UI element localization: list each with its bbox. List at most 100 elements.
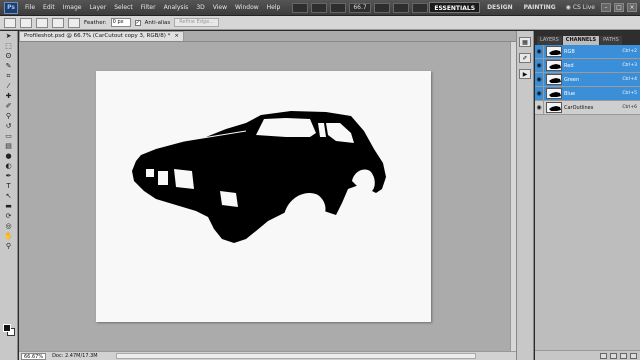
menu-edit[interactable]: Edit <box>39 0 59 16</box>
hand-tool-icon[interactable]: ✋ <box>3 232 15 241</box>
tab-paths[interactable]: PATHS <box>600 36 622 45</box>
close-icon[interactable]: × <box>627 3 637 12</box>
menu-file[interactable]: File <box>21 0 39 16</box>
clone-stamp-tool-icon[interactable]: ⚲ <box>3 112 15 121</box>
panel-footer <box>535 350 640 360</box>
eraser-tool-icon[interactable]: ▭ <box>3 132 15 141</box>
channel-name: CarOutlines <box>564 104 594 111</box>
document-tab-close-icon[interactable]: × <box>174 32 179 41</box>
visibility-eye-icon[interactable]: ◉ <box>535 72 544 87</box>
channel-shortcut: Ctrl+4 <box>622 77 637 82</box>
shape-tool-icon[interactable]: ▬ <box>3 202 15 211</box>
workspace-painting[interactable]: PAINTING <box>520 2 560 13</box>
channel-shortcut: Ctrl+5 <box>622 91 637 96</box>
tab-channels[interactable]: CHANNELS <box>562 36 600 45</box>
menu-window[interactable]: Window <box>231 0 263 16</box>
document-tab[interactable]: Profileshot.psd @ 66.7% (CarCutout copy … <box>19 31 184 41</box>
tools-panel: ➤ ⬚ ʘ ✎ ⌗ ⁄ ✚ ✐ ⚲ ↺ ▭ ▤ ● ◐ ✒ T ↖ ▬ ⟳ ◎ … <box>0 31 18 360</box>
workspace-design[interactable]: DESIGN <box>483 2 517 13</box>
status-zoom-field[interactable]: 66.67% <box>21 352 47 360</box>
delete-channel-icon[interactable] <box>630 352 637 359</box>
eyedropper-tool-icon[interactable]: ⁄ <box>3 82 15 91</box>
visibility-eye-icon[interactable]: ◉ <box>535 44 544 59</box>
horizontal-scrollbar[interactable] <box>115 353 476 359</box>
antialias-checkbox[interactable]: ✓ <box>134 19 141 26</box>
move-tool-icon[interactable]: ➤ <box>3 32 15 41</box>
menu-bar: Ps File Edit Image Layer Select Filter A… <box>0 0 640 16</box>
quick-selection-tool-icon[interactable]: ✎ <box>3 62 15 71</box>
new-selection-icon[interactable] <box>20 17 32 28</box>
visibility-eye-icon[interactable]: ◉ <box>535 100 544 115</box>
image-canvas[interactable] <box>96 71 431 322</box>
options-bar: Feather: 0 px ✓ Anti-alias Refine Edge..… <box>0 16 640 30</box>
refine-edge-button[interactable]: Refine Edge... <box>174 18 219 27</box>
visibility-eye-icon[interactable]: ◉ <box>535 86 544 101</box>
dodge-tool-icon[interactable]: ◐ <box>3 162 15 171</box>
pen-tool-icon[interactable]: ✒ <box>3 172 15 181</box>
path-selection-tool-icon[interactable]: ↖ <box>3 192 15 201</box>
mini-bridge-icon[interactable] <box>311 2 328 13</box>
rotate-view-icon[interactable] <box>392 2 409 13</box>
channel-row-caroutlines[interactable]: ◉ CarOutlines Ctrl+6 <box>535 100 640 115</box>
hand-tool-icon[interactable] <box>373 2 390 13</box>
maximize-icon[interactable]: □ <box>614 3 624 12</box>
gradient-tool-icon[interactable]: ▤ <box>3 142 15 151</box>
workspace-essentials[interactable]: ESSENTIALS <box>429 2 481 13</box>
cs-live-button[interactable]: ◉ CS Live <box>563 4 598 11</box>
brush-tool-icon[interactable]: ✐ <box>3 102 15 111</box>
history-brush-tool-icon[interactable]: ↺ <box>3 122 15 131</box>
feather-input[interactable]: 0 px <box>110 18 131 27</box>
feather-label: Feather: <box>84 19 107 26</box>
subtract-from-selection-icon[interactable] <box>52 17 64 28</box>
channel-row-green[interactable]: ◉ Green Ctrl+4 <box>535 72 640 87</box>
workspace-switcher: ESSENTIALS DESIGN PAINTING ◉ CS Live – □… <box>429 2 637 13</box>
crop-tool-icon[interactable]: ⌗ <box>3 72 15 81</box>
brush-panel-icon[interactable]: ✐ <box>519 53 531 63</box>
load-selection-icon[interactable] <box>600 352 607 359</box>
3d-rotate-tool-icon[interactable]: ⟳ <box>3 212 15 221</box>
extras-icon[interactable] <box>330 2 347 13</box>
menu-layer[interactable]: Layer <box>85 0 110 16</box>
menu-image[interactable]: Image <box>59 0 86 16</box>
document-size-info[interactable]: Doc: 2.47M/17.3M <box>52 353 98 359</box>
add-to-selection-icon[interactable] <box>36 17 48 28</box>
type-tool-icon[interactable]: T <box>3 182 15 191</box>
menu-filter[interactable]: Filter <box>137 0 160 16</box>
minimize-icon[interactable]: – <box>601 3 611 12</box>
3d-orbit-tool-icon[interactable]: ◎ <box>3 222 15 231</box>
bridge-icon[interactable] <box>292 2 309 13</box>
channel-name: Blue <box>564 90 576 97</box>
panel-tabs: LAYERS CHANNELS PATHS <box>535 31 640 45</box>
cs-live-label: CS Live <box>572 4 595 11</box>
visibility-eye-icon[interactable]: ◉ <box>535 58 544 73</box>
menu-select[interactable]: Select <box>110 0 137 16</box>
new-channel-icon[interactable] <box>620 352 627 359</box>
channel-shortcut: Ctrl+6 <box>622 105 637 110</box>
menu-analysis[interactable]: Analysis <box>160 0 193 16</box>
channel-row-blue[interactable]: ◉ Blue Ctrl+5 <box>535 86 640 101</box>
zoom-level-field[interactable]: 66.7 <box>349 2 371 13</box>
actions-panel-icon[interactable]: ▶ <box>519 69 531 79</box>
application-bar-tools: 66.7 <box>292 2 447 13</box>
menu-3d[interactable]: 3D <box>192 0 208 16</box>
channel-thumbnail <box>546 102 562 113</box>
channel-name: RGB <box>564 48 575 55</box>
menu-help[interactable]: Help <box>263 0 285 16</box>
foreground-color-swatch[interactable] <box>3 324 11 332</box>
channel-row-rgb[interactable]: ◉ RGB Ctrl+2 <box>535 44 640 59</box>
lasso-tool-preset-icon[interactable] <box>4 17 16 28</box>
lasso-tool-icon[interactable]: ʘ <box>3 52 15 61</box>
menu-view[interactable]: View <box>209 0 231 16</box>
marquee-tool-icon[interactable]: ⬚ <box>3 42 15 51</box>
history-panel-icon[interactable]: ▦ <box>519 37 531 47</box>
intersect-selection-icon[interactable] <box>68 17 80 28</box>
channel-thumbnail <box>546 88 562 99</box>
healing-brush-tool-icon[interactable]: ✚ <box>3 92 15 101</box>
arrange-documents-icon[interactable] <box>411 2 428 13</box>
channel-thumbnail <box>546 46 562 57</box>
document-workspace <box>19 41 516 352</box>
channel-row-red[interactable]: ◉ Red Ctrl+3 <box>535 58 640 73</box>
zoom-tool-icon[interactable]: ⚲ <box>3 242 15 251</box>
blur-tool-icon[interactable]: ● <box>3 152 15 161</box>
save-selection-icon[interactable] <box>610 352 617 359</box>
